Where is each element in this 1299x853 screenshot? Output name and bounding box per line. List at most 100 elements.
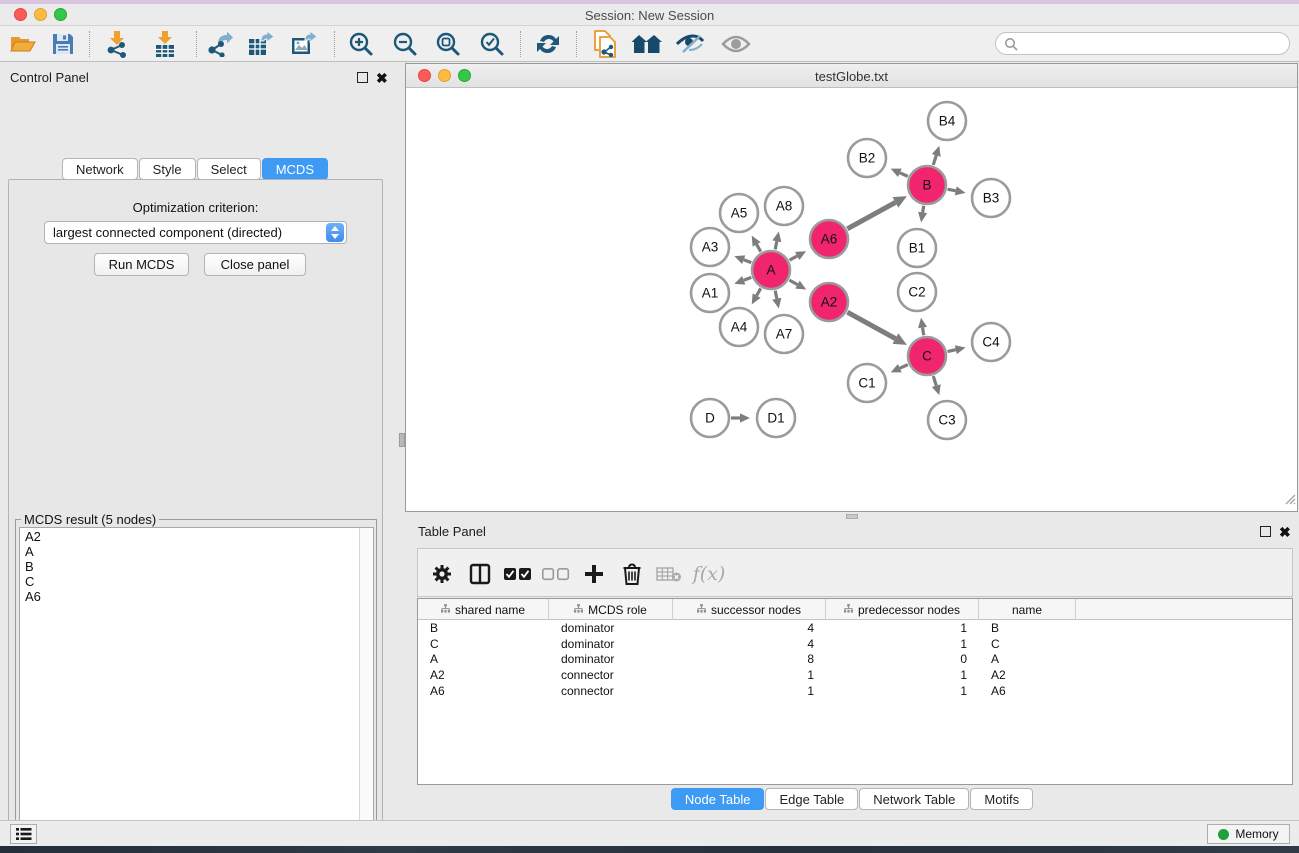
table-cell[interactable]: 4 (673, 637, 826, 651)
table-row[interactable]: A6connector11A6 (418, 683, 1292, 699)
refresh-view-icon[interactable] (531, 29, 565, 59)
graph-edge-B-B4[interactable] (933, 155, 936, 165)
mcds-result-item[interactable]: B (20, 558, 373, 573)
delete-rows-trash-icon[interactable] (616, 558, 648, 590)
tab-motifs[interactable]: Motifs (970, 788, 1033, 810)
graph-edge-C-C3[interactable] (933, 376, 936, 386)
graph-edge-B-B1[interactable] (923, 206, 924, 213)
graph-edge-A-A5[interactable] (757, 244, 761, 251)
graph-edge-A-A7[interactable] (775, 291, 777, 299)
tab-style[interactable]: Style (139, 158, 196, 180)
column-header-successor-nodes[interactable]: successor nodes (673, 599, 826, 620)
mcds-result-item[interactable]: C (20, 573, 373, 588)
close-panel-icon[interactable]: ✖ (376, 70, 388, 87)
import-table-icon[interactable] (148, 29, 182, 59)
show-columns-icon[interactable] (464, 558, 496, 590)
memory-button[interactable]: Memory (1207, 824, 1290, 844)
zoom-out-icon[interactable] (388, 29, 422, 59)
table-cell[interactable]: 1 (826, 621, 979, 635)
hide-eye-slash-icon[interactable] (673, 29, 707, 59)
mcds-result-item[interactable]: A2 (20, 528, 373, 543)
table-cell[interactable]: 1 (826, 637, 979, 651)
function-builder-icon[interactable]: f(x) (686, 558, 732, 590)
float-panel-icon[interactable] (357, 72, 368, 83)
close-panel-icon[interactable]: ✖ (1279, 524, 1291, 541)
graph-edge-A-A8[interactable] (775, 241, 777, 249)
table-cell[interactable]: connector (549, 668, 673, 682)
close-panel-button[interactable]: Close panel (204, 253, 306, 276)
graph-edge-A6-B[interactable] (847, 202, 895, 228)
resize-grip-icon[interactable] (1282, 491, 1296, 510)
zoom-in-icon[interactable] (344, 29, 378, 59)
graph-edge-C-C2[interactable] (923, 328, 924, 336)
graph-edge-A2-C[interactable] (847, 312, 895, 338)
table-cell[interactable]: C (418, 637, 549, 651)
network-canvas[interactable]: AA1A2A3A4A5A6A7A8BB1B2B3B4CC1C2C3C4DD1 (406, 88, 1297, 511)
table-row[interactable]: Bdominator41B (418, 620, 1292, 636)
table-cell[interactable]: A (418, 652, 549, 666)
table-cell[interactable]: B (418, 621, 549, 635)
table-settings-gear-icon[interactable] (426, 558, 458, 590)
select-all-check-icon[interactable] (502, 558, 534, 590)
tab-node-table[interactable]: Node Table (671, 788, 765, 810)
export-image-icon[interactable] (287, 29, 321, 59)
table-cell[interactable]: A6 (979, 684, 1076, 698)
table-cell[interactable]: dominator (549, 621, 673, 635)
table-row[interactable]: Cdominator41C (418, 636, 1292, 652)
column-header-name[interactable]: name (979, 599, 1076, 620)
graph-edge-C-C1[interactable] (900, 365, 908, 369)
run-mcds-button[interactable]: Run MCDS (94, 253, 189, 276)
export-network-icon[interactable] (202, 29, 236, 59)
table-cell[interactable]: A2 (979, 668, 1076, 682)
float-panel-icon[interactable] (1260, 526, 1271, 537)
column-header-shared-name[interactable]: shared name (418, 599, 549, 620)
table-cell[interactable]: 4 (673, 621, 826, 635)
home-icon[interactable] (630, 29, 664, 59)
open-session-icon[interactable] (6, 29, 40, 59)
node-table[interactable]: shared nameMCDS rolesuccessor nodesprede… (417, 598, 1293, 785)
graph-edge-A-A4[interactable] (757, 288, 761, 295)
deselect-all-check-icon[interactable] (540, 558, 572, 590)
table-row[interactable]: Adominator80A (418, 652, 1292, 668)
tab-select[interactable]: Select (197, 158, 261, 180)
graph-edge-A-A3[interactable] (744, 260, 752, 263)
mcds-result-item[interactable]: A6 (20, 588, 373, 603)
table-cell[interactable]: A6 (418, 684, 549, 698)
network-window-titlebar[interactable]: testGlobe.txt (406, 64, 1297, 88)
table-cell[interactable]: connector (549, 684, 673, 698)
mcds-result-list[interactable]: A2ABCA6 (19, 527, 374, 852)
mcds-result-item[interactable]: A (20, 543, 373, 558)
search-input[interactable] (1018, 37, 1289, 51)
table-row[interactable]: A2connector11A2 (418, 667, 1292, 683)
table-cell[interactable]: 8 (673, 652, 826, 666)
graph-edge-A-A1[interactable] (744, 277, 752, 280)
table-cell[interactable]: B (979, 621, 1076, 635)
graph-edge-C-C4[interactable] (948, 350, 956, 352)
search-field[interactable] (995, 32, 1290, 55)
graph-edge-B-B3[interactable] (948, 189, 956, 191)
show-eye-icon[interactable] (719, 29, 753, 59)
clone-network-icon[interactable] (588, 29, 622, 59)
table-cell[interactable]: 1 (673, 684, 826, 698)
save-session-icon[interactable] (46, 29, 80, 59)
table-cell[interactable]: dominator (549, 652, 673, 666)
zoom-fit-icon[interactable] (431, 29, 465, 59)
graph-edge-A-A2[interactable] (789, 280, 797, 284)
optimization-criterion-select[interactable]: largest connected component (directed) (44, 221, 347, 244)
table-cell[interactable]: 1 (826, 684, 979, 698)
export-table-icon[interactable] (244, 29, 278, 59)
table-cell[interactable]: 1 (673, 668, 826, 682)
scrollbar[interactable] (359, 528, 373, 851)
tab-network-table[interactable]: Network Table (859, 788, 969, 810)
tab-network[interactable]: Network (62, 158, 138, 180)
table-cell[interactable]: 1 (826, 668, 979, 682)
zoom-selected-icon[interactable] (475, 29, 509, 59)
add-row-plus-icon[interactable] (578, 558, 610, 590)
table-cell[interactable]: A (979, 652, 1076, 666)
table-cell[interactable]: C (979, 637, 1076, 651)
table-cell[interactable]: A2 (418, 668, 549, 682)
column-header-MCDS-role[interactable]: MCDS role (549, 599, 673, 620)
graph-edge-A-A6[interactable] (790, 256, 798, 260)
tab-mcds[interactable]: MCDS (262, 158, 328, 180)
graph-edge-B-B2[interactable] (900, 173, 908, 177)
